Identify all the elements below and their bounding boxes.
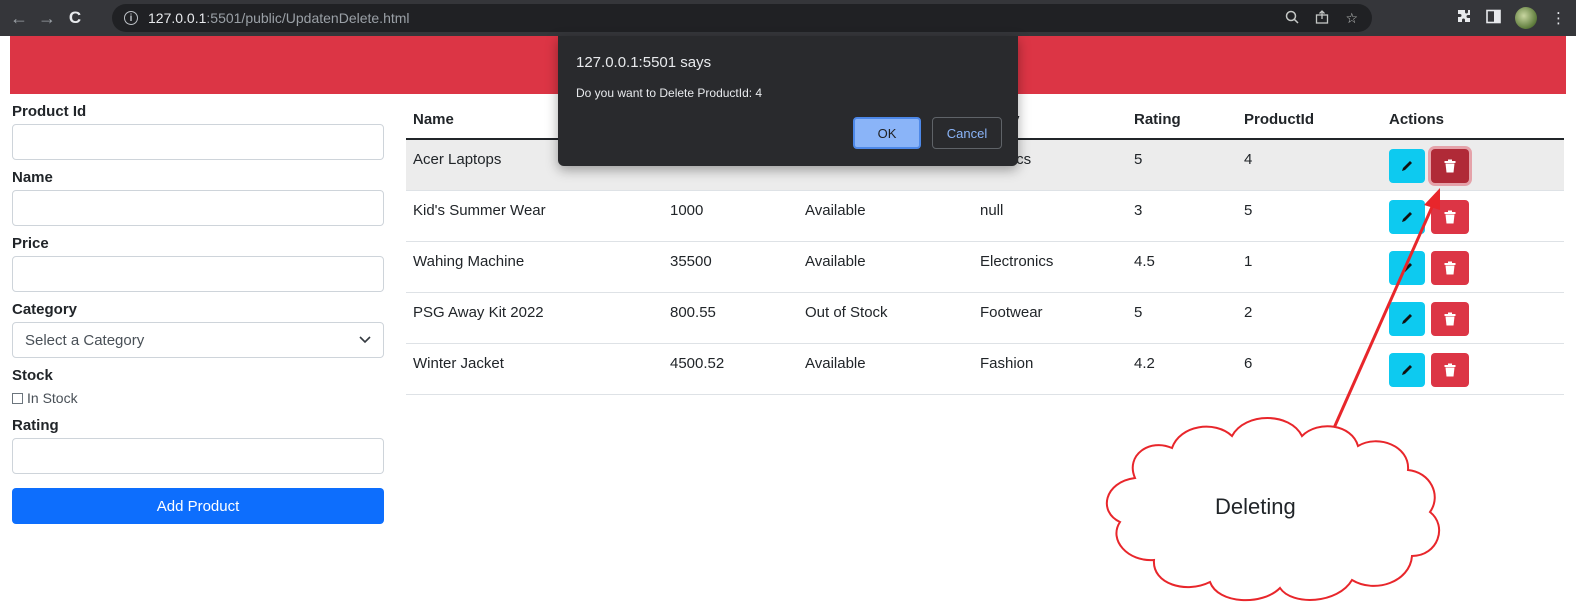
cell-actions <box>1389 251 1564 285</box>
back-arrow-icon[interactable]: ← <box>8 7 30 29</box>
cell-name: Kid's Summer Wear <box>413 202 546 219</box>
cell-category: Fashion <box>980 355 1034 372</box>
cell-rating: 3 <box>1134 202 1143 219</box>
ok-button[interactable]: OK <box>853 117 921 149</box>
cell-stock: Out of Stock <box>805 304 888 321</box>
cell-price: 35500 <box>670 253 712 270</box>
in-stock-row: In Stock <box>12 388 384 408</box>
dialog-message: Do you want to Delete ProductId: 4 <box>576 86 763 100</box>
cell-rating: 4.5 <box>1134 253 1155 270</box>
confirm-dialog: 127.0.0.1:5501 says Do you want to Delet… <box>558 36 1018 166</box>
trash-icon <box>1444 261 1456 275</box>
price-label: Price <box>12 235 49 252</box>
cell-price: 1000 <box>670 202 704 219</box>
table-row: Wahing Machine 35500 Available Electroni… <box>406 242 1564 293</box>
cell-rating: 4.2 <box>1134 355 1155 372</box>
cell-category: null <box>980 202 1004 219</box>
cell-stock: Available <box>805 355 866 372</box>
delete-button[interactable] <box>1431 353 1469 387</box>
cell-rating: 5 <box>1134 304 1143 321</box>
edit-button[interactable] <box>1389 251 1425 285</box>
header-actions: Actions <box>1389 110 1445 128</box>
cell-actions <box>1389 149 1564 183</box>
side-panel-icon[interactable] <box>1486 9 1501 28</box>
share-icon[interactable] <box>1315 10 1329 27</box>
extensions-icon[interactable] <box>1456 8 1472 28</box>
name-label: Name <box>12 169 53 186</box>
cell-price: 800.55 <box>670 304 716 321</box>
trash-icon <box>1444 159 1456 173</box>
cell-category: Electronics <box>980 253 1054 270</box>
pencil-icon <box>1402 161 1412 171</box>
cell-productid: 2 <box>1244 304 1253 321</box>
delete-button[interactable] <box>1431 302 1469 336</box>
name-input[interactable] <box>12 190 384 226</box>
edit-button[interactable] <box>1389 302 1425 336</box>
address-bar[interactable]: i 127.0.0.1:5501/public/UpdatenDelete.ht… <box>112 4 1372 32</box>
price-input[interactable] <box>12 256 384 292</box>
annotation-deleting-label: Deleting <box>1215 494 1296 519</box>
url-host: 127.0.0.1 <box>148 10 207 26</box>
category-selected-value: Select a Category <box>25 331 145 349</box>
cell-actions <box>1389 200 1564 234</box>
product-id-input[interactable] <box>12 124 384 160</box>
header-productid: ProductId <box>1244 110 1314 128</box>
rating-input[interactable] <box>12 438 384 474</box>
reload-icon[interactable]: C <box>64 7 86 29</box>
cell-productid: 6 <box>1244 355 1253 372</box>
cell-actions <box>1389 353 1564 387</box>
table-row: Winter Jacket 4500.52 Available Fashion … <box>406 344 1564 395</box>
pencil-icon <box>1402 314 1412 324</box>
cell-price: 4500.52 <box>670 355 725 372</box>
edit-button[interactable] <box>1389 149 1425 183</box>
cell-actions <box>1389 302 1564 336</box>
in-stock-checkbox[interactable] <box>12 392 23 404</box>
pencil-icon <box>1402 263 1412 273</box>
rating-label: Rating <box>12 417 59 434</box>
table-row: Kid's Summer Wear 1000 Available null 3 … <box>406 191 1564 242</box>
url-path: :5501/public/UpdatenDelete.html <box>206 10 410 26</box>
profile-avatar[interactable] <box>1515 7 1537 29</box>
cell-productid: 1 <box>1244 253 1253 270</box>
add-product-button[interactable]: Add Product <box>12 488 384 524</box>
category-select[interactable]: Select a Category <box>12 322 384 358</box>
chevron-down-icon <box>359 333 371 347</box>
in-stock-label: In Stock <box>27 390 78 406</box>
info-icon[interactable]: i <box>124 11 138 25</box>
browser-toolbar: ← → C i 127.0.0.1:5501/public/UpdatenDel… <box>0 0 1576 36</box>
cell-stock: Available <box>805 202 866 219</box>
pencil-icon <box>1402 365 1412 375</box>
cell-name: PSG Away Kit 2022 <box>413 304 544 321</box>
cell-category: Footwear <box>980 304 1043 321</box>
cell-rating: 5 <box>1134 151 1143 168</box>
zoom-icon[interactable] <box>1285 10 1299 27</box>
product-id-label: Product Id <box>12 103 87 120</box>
delete-button[interactable] <box>1431 251 1469 285</box>
trash-icon <box>1444 210 1456 224</box>
cell-productid: 5 <box>1244 202 1253 219</box>
edit-button[interactable] <box>1389 353 1425 387</box>
pencil-icon <box>1402 212 1412 222</box>
cancel-button[interactable]: Cancel <box>932 117 1002 149</box>
category-label: Category <box>12 301 78 318</box>
trash-icon <box>1444 363 1456 377</box>
edit-button[interactable] <box>1389 200 1425 234</box>
dialog-title: 127.0.0.1:5501 says <box>576 54 712 71</box>
product-form: Product Id Name Price Category Select a … <box>12 100 384 524</box>
stock-label: Stock <box>12 367 53 384</box>
delete-button[interactable] <box>1431 149 1469 183</box>
forward-arrow-icon[interactable]: → <box>36 7 58 29</box>
cell-name: Winter Jacket <box>413 355 504 372</box>
header-rating: Rating <box>1134 110 1181 128</box>
table-row: PSG Away Kit 2022 800.55 Out of Stock Fo… <box>406 293 1564 344</box>
trash-icon <box>1444 312 1456 326</box>
menu-kebab-icon[interactable]: ⋮ <box>1551 9 1566 27</box>
bookmark-star-icon[interactable]: ☆ <box>1345 10 1358 27</box>
delete-button[interactable] <box>1431 200 1469 234</box>
cell-stock: Available <box>805 253 866 270</box>
cell-productid: 4 <box>1244 151 1253 168</box>
cell-name: Wahing Machine <box>413 253 525 270</box>
